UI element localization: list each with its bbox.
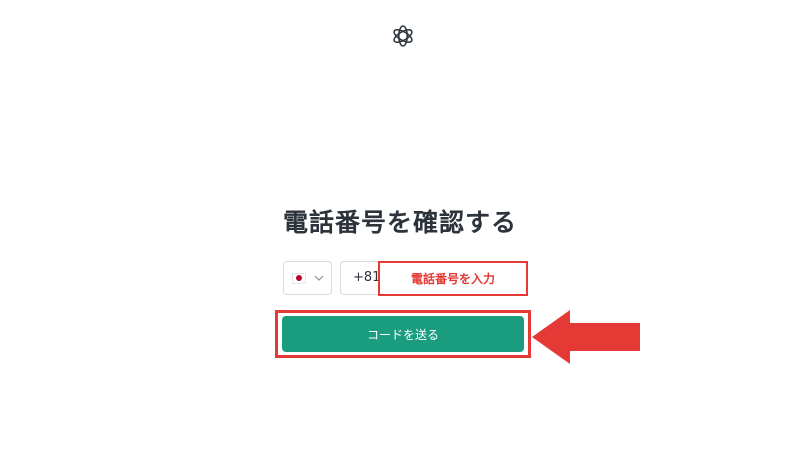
send-code-button[interactable]: コードを送る (282, 316, 524, 352)
verify-phone-page: 電話番号を確認する +81 コードを送る (0, 0, 800, 450)
phone-number-input[interactable] (378, 261, 528, 296)
arrow-left-icon (530, 308, 642, 366)
openai-logo-icon (389, 22, 417, 50)
japan-flag-icon (291, 272, 306, 284)
chevron-down-icon (314, 275, 324, 281)
country-select[interactable] (283, 261, 332, 295)
page-title: 電話番号を確認する (282, 208, 517, 237)
